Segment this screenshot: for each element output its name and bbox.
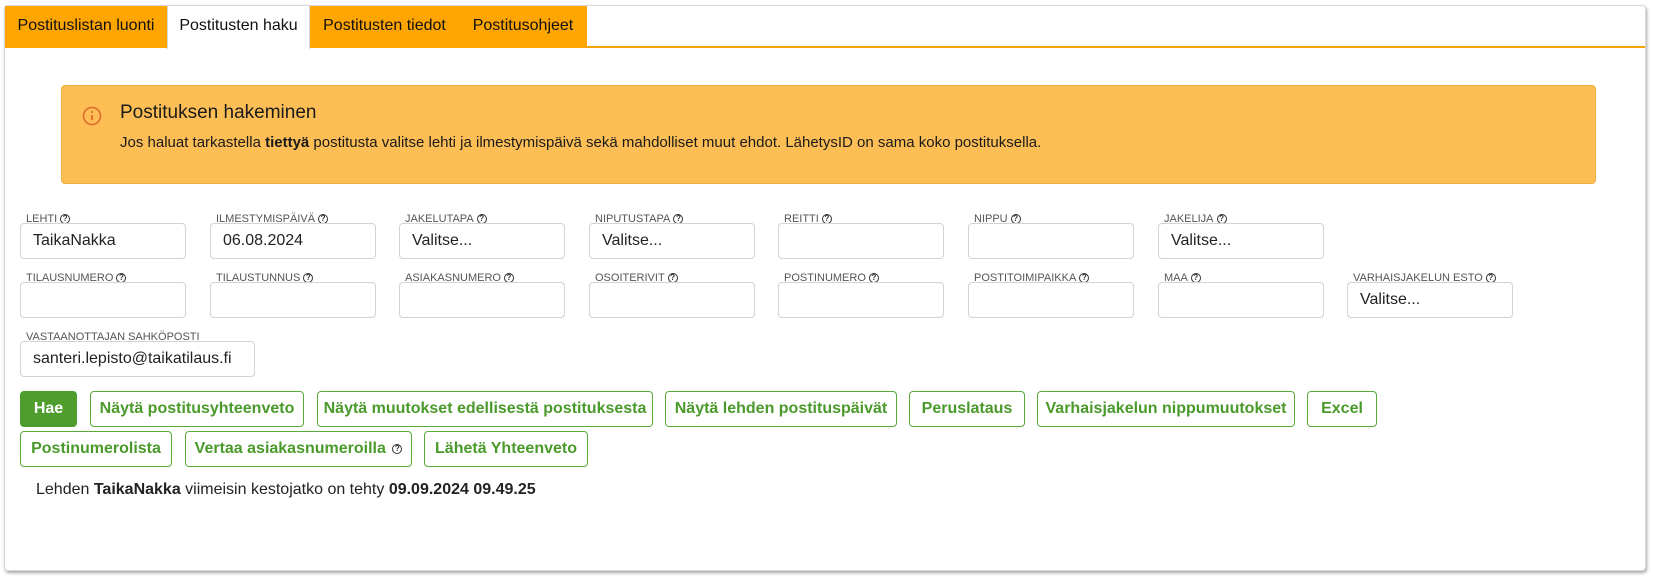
tilausnumero-input[interactable] — [20, 282, 186, 318]
reitti-input[interactable] — [778, 223, 944, 259]
ilmestymispaiva-input[interactable]: 06.08.2024 — [210, 223, 376, 259]
nippumuutokset-button[interactable]: Varhaisjakelun nippumuutokset — [1037, 391, 1295, 427]
vertaa-asiakasnumeroilla-button[interactable]: Vertaa asiakasnumeroilla ? — [185, 431, 412, 467]
postitoimipaikka-input[interactable] — [968, 282, 1134, 318]
peruslataus-button[interactable]: Peruslataus — [909, 391, 1025, 427]
postinumerolista-button[interactable]: Postinumerolista — [20, 431, 172, 467]
postituspaivat-button[interactable]: Näytä lehden postituspäivät — [665, 391, 897, 427]
nippu-input[interactable] — [968, 223, 1134, 259]
help-icon: ? — [392, 443, 403, 454]
tab-postitusohjeet[interactable]: Postitusohjeet — [459, 6, 587, 48]
postinumero-input[interactable] — [778, 282, 944, 318]
tab-postituslistan-luonti[interactable]: Postituslistan luonti — [5, 6, 167, 48]
sahkoposti-input[interactable]: santeri.lepisto@taikatilaus.fi — [20, 341, 255, 377]
vertaa-label: Vertaa asiakasnumeroilla — [194, 440, 386, 457]
main-panel: Postituslistan luonti Postitusten haku P… — [4, 5, 1646, 571]
info-title: Postituksen hakeminen — [120, 102, 317, 123]
info-box: Postituksen hakeminen Jos haluat tarkast… — [61, 85, 1596, 184]
tab-postitusten-haku[interactable]: Postitusten haku — [167, 5, 310, 49]
maa-input[interactable] — [1158, 282, 1324, 318]
info-circle-icon — [82, 106, 102, 126]
tab-bar: Postituslistan luonti Postitusten haku P… — [5, 5, 1645, 49]
excel-button[interactable]: Excel — [1307, 391, 1377, 427]
tilaustunnus-input[interactable] — [210, 282, 376, 318]
jakelija-select[interactable]: Valitse... — [1158, 223, 1324, 259]
jakelutapa-select[interactable]: Valitse... — [399, 223, 565, 259]
osoiterivit-input[interactable] — [589, 282, 755, 318]
lehti-input[interactable]: TaikaNakka — [20, 223, 186, 259]
hae-button[interactable]: Hae — [20, 391, 77, 427]
laheta-yhteenveto-button[interactable]: Lähetä Yhteenveto — [424, 431, 588, 467]
varhaisjakelun-esto-select[interactable]: Valitse... — [1347, 282, 1513, 318]
tab-postitusten-tiedot[interactable]: Postitusten tiedot — [310, 6, 459, 48]
postitusyhteenveto-button[interactable]: Näytä postitusyhteenveto — [90, 391, 304, 427]
muutokset-button[interactable]: Näytä muutokset edellisestä postituksest… — [317, 391, 653, 427]
status-text: Lehden TaikaNakka viimeisin kestojatko o… — [36, 481, 536, 498]
info-text: Jos haluat tarkastella tiettyä postitust… — [120, 134, 1042, 151]
asiakasnumero-input[interactable] — [399, 282, 565, 318]
niputustapa-select[interactable]: Valitse... — [589, 223, 755, 259]
